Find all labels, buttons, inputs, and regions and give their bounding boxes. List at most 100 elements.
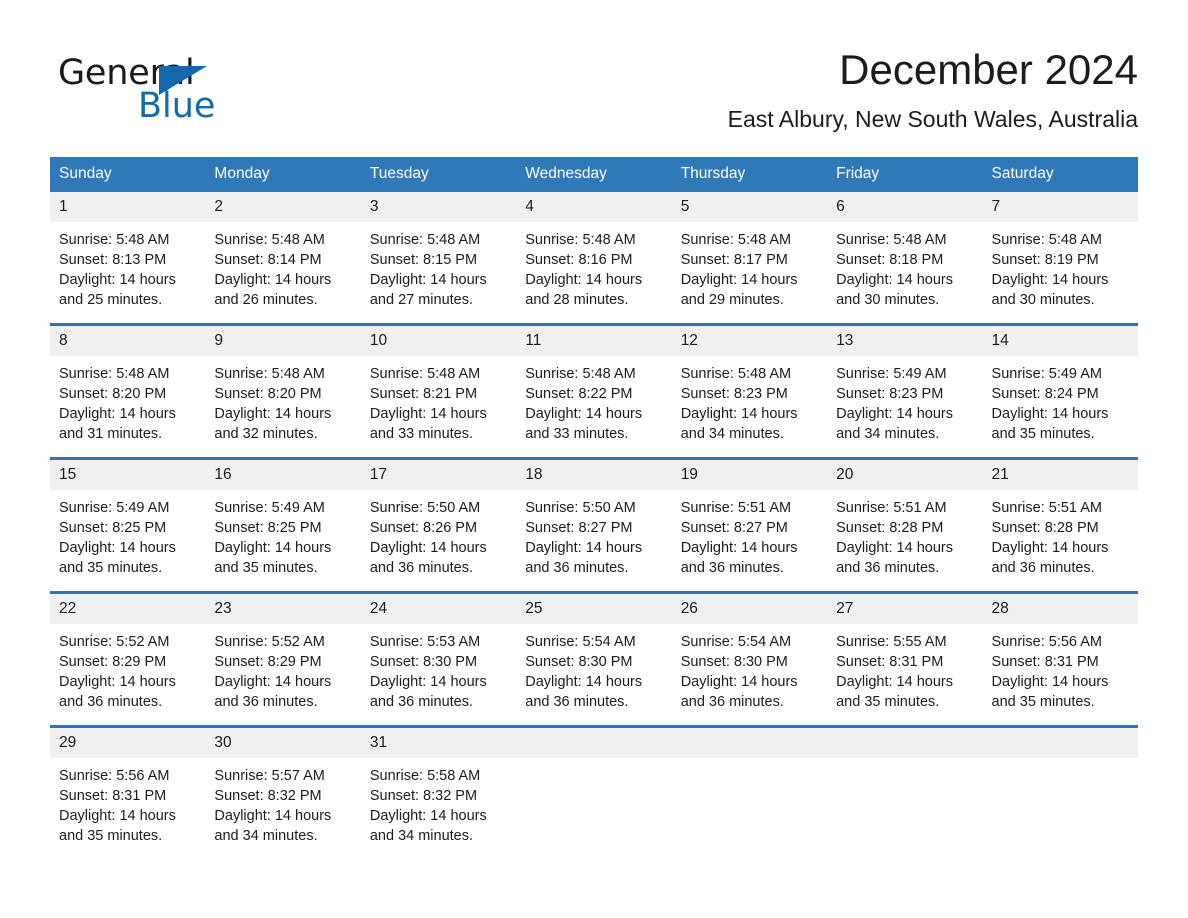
day-details: Sunrise: 5:48 AM Sunset: 8:23 PM Dayligh… [672, 356, 827, 444]
sunset-text: Sunset: 8:23 PM [836, 386, 944, 402]
sunset-text: Sunset: 8:30 PM [525, 654, 633, 670]
daylight-text: Daylight: 14 hours and 34 minutes. [836, 406, 953, 442]
day-cell[interactable]: 20 Sunrise: 5:51 AM Sunset: 8:28 PM Dayl… [827, 457, 983, 593]
daylight-text: Daylight: 14 hours and 36 minutes. [369, 540, 487, 576]
daylight-text: Daylight: 14 hours and 33 minutes. [369, 406, 487, 442]
day-cell[interactable]: 22 Sunrise: 5:52 AM Sunset: 8:29 PM Dayl… [50, 591, 206, 727]
sunrise-text: Sunrise: 5:48 AM [680, 366, 792, 382]
page-title: December 2024 [839, 46, 1138, 93]
day-cell[interactable]: 16 Sunrise: 5:49 AM Sunset: 8:25 PM Dayl… [205, 457, 361, 593]
sunset-text: Sunset: 8:14 PM [214, 252, 322, 268]
daylight-text: Daylight: 14 hours and 35 minutes. [991, 406, 1109, 442]
daylight-text: Daylight: 14 hours and 32 minutes. [214, 406, 332, 442]
daylight-text: Daylight: 14 hours and 28 minutes. [525, 272, 643, 308]
day-cell[interactable]: 6 Sunrise: 5:48 AM Sunset: 8:18 PM Dayli… [827, 192, 983, 325]
day-details: Sunrise: 5:49 AM Sunset: 8:23 PM Dayligh… [827, 356, 982, 444]
day-details: Sunrise: 5:48 AM Sunset: 8:16 PM Dayligh… [516, 222, 671, 310]
weekday-header-monday: Monday [205, 157, 361, 192]
day-cell[interactable]: 18 Sunrise: 5:50 AM Sunset: 8:27 PM Dayl… [516, 457, 672, 593]
sunset-text: Sunset: 8:26 PM [369, 520, 478, 536]
day-details: Sunrise: 5:51 AM Sunset: 8:27 PM Dayligh… [672, 490, 827, 578]
day-cell[interactable]: 25 Sunrise: 5:54 AM Sunset: 8:30 PM Dayl… [516, 591, 672, 727]
sunset-text: Sunset: 8:30 PM [680, 654, 788, 670]
sunrise-text: Sunrise: 5:48 AM [369, 232, 481, 248]
sunrise-sunset-calendar: Sunday Monday Tuesday Wednesday Thursday… [50, 157, 1138, 859]
day-cell[interactable]: 4 Sunrise: 5:48 AM Sunset: 8:16 PM Dayli… [516, 192, 672, 325]
day-cell[interactable]: 5 Sunrise: 5:48 AM Sunset: 8:17 PM Dayli… [671, 192, 828, 325]
sunrise-text: Sunrise: 5:48 AM [59, 366, 170, 382]
daylight-text: Daylight: 14 hours and 36 minutes. [214, 674, 332, 710]
day-cell[interactable]: 31 Sunrise: 5:58 AM Sunset: 8:32 PM Dayl… [360, 725, 517, 859]
sunrise-text: Sunrise: 5:51 AM [680, 500, 792, 516]
day-cell[interactable]: 30 Sunrise: 5:57 AM Sunset: 8:32 PM Dayl… [205, 725, 361, 859]
day-cell[interactable]: 12 Sunrise: 5:48 AM Sunset: 8:23 PM Dayl… [671, 323, 828, 459]
day-cell[interactable]: 2 Sunrise: 5:48 AM Sunset: 8:14 PM Dayli… [205, 192, 361, 325]
day-cell[interactable]: 26 Sunrise: 5:54 AM Sunset: 8:30 PM Dayl… [671, 591, 828, 727]
weekday-header-saturday: Saturday [982, 157, 1138, 192]
day-cell[interactable]: 17 Sunrise: 5:50 AM Sunset: 8:26 PM Dayl… [360, 457, 517, 593]
day-details: Sunrise: 5:54 AM Sunset: 8:30 PM Dayligh… [672, 624, 827, 712]
sunset-text: Sunset: 8:20 PM [59, 386, 167, 402]
day-cell[interactable]: 3 Sunrise: 5:48 AM Sunset: 8:15 PM Dayli… [360, 192, 517, 325]
day-cell[interactable]: 29 Sunrise: 5:56 AM Sunset: 8:31 PM Dayl… [50, 725, 206, 859]
sunrise-text: Sunrise: 5:54 AM [680, 634, 792, 650]
day-details: Sunrise: 5:51 AM Sunset: 8:28 PM Dayligh… [983, 490, 1138, 578]
logo-text-blue: Blue [138, 86, 216, 126]
day-cell[interactable]: 8 Sunrise: 5:48 AM Sunset: 8:20 PM Dayli… [50, 323, 206, 459]
daylight-text: Daylight: 14 hours and 30 minutes. [991, 272, 1109, 308]
day-number: 25 [516, 594, 672, 624]
sunset-text: Sunset: 8:30 PM [369, 654, 478, 670]
daylight-text: Daylight: 14 hours and 36 minutes. [59, 674, 176, 710]
day-cell[interactable]: 14 Sunrise: 5:49 AM Sunset: 8:24 PM Dayl… [982, 323, 1138, 459]
sunrise-text: Sunrise: 5:53 AM [369, 634, 481, 650]
sunrise-text: Sunrise: 5:48 AM [214, 232, 325, 248]
sunset-text: Sunset: 8:31 PM [59, 788, 167, 804]
daylight-text: Daylight: 14 hours and 36 minutes. [369, 674, 487, 710]
sunset-text: Sunset: 8:19 PM [991, 252, 1099, 268]
day-cell[interactable]: 19 Sunrise: 5:51 AM Sunset: 8:27 PM Dayl… [671, 457, 828, 593]
daylight-text: Daylight: 14 hours and 31 minutes. [59, 406, 176, 442]
daylight-text: Daylight: 14 hours and 30 minutes. [836, 272, 953, 308]
day-details: Sunrise: 5:51 AM Sunset: 8:28 PM Dayligh… [827, 490, 982, 578]
day-number: 12 [671, 326, 828, 356]
sunrise-text: Sunrise: 5:49 AM [836, 366, 947, 382]
day-cell[interactable]: 27 Sunrise: 5:55 AM Sunset: 8:31 PM Dayl… [827, 591, 983, 727]
day-cell[interactable]: 28 Sunrise: 5:56 AM Sunset: 8:31 PM Dayl… [982, 591, 1138, 727]
day-details: Sunrise: 5:49 AM Sunset: 8:25 PM Dayligh… [50, 490, 205, 578]
page-header: General Blue December 2024 East Albury, … [50, 44, 1138, 154]
day-cell[interactable]: 9 Sunrise: 5:48 AM Sunset: 8:20 PM Dayli… [205, 323, 361, 459]
sunrise-text: Sunrise: 5:48 AM [680, 232, 792, 248]
daylight-text: Daylight: 14 hours and 25 minutes. [59, 272, 176, 308]
day-cell[interactable]: 21 Sunrise: 5:51 AM Sunset: 8:28 PM Dayl… [982, 457, 1138, 593]
day-cell[interactable]: 24 Sunrise: 5:53 AM Sunset: 8:30 PM Dayl… [360, 591, 517, 727]
day-details: Sunrise: 5:52 AM Sunset: 8:29 PM Dayligh… [205, 624, 360, 712]
sunrise-text: Sunrise: 5:48 AM [836, 232, 947, 248]
day-cell[interactable]: 10 Sunrise: 5:48 AM Sunset: 8:21 PM Dayl… [360, 323, 517, 459]
daylight-text: Daylight: 14 hours and 36 minutes. [525, 674, 643, 710]
day-cell[interactable]: 15 Sunrise: 5:49 AM Sunset: 8:25 PM Dayl… [50, 457, 206, 593]
day-number: 8 [50, 326, 206, 356]
day-details: Sunrise: 5:48 AM Sunset: 8:22 PM Dayligh… [516, 356, 671, 444]
day-details: Sunrise: 5:54 AM Sunset: 8:30 PM Dayligh… [516, 624, 671, 712]
day-number: 1 [50, 192, 206, 222]
sunrise-text: Sunrise: 5:51 AM [836, 500, 947, 516]
general-blue-logo[interactable]: General Blue [58, 52, 298, 130]
sunset-text: Sunset: 8:18 PM [836, 252, 944, 268]
day-cell[interactable]: 7 Sunrise: 5:48 AM Sunset: 8:19 PM Dayli… [982, 192, 1138, 325]
day-cell[interactable]: 13 Sunrise: 5:49 AM Sunset: 8:23 PM Dayl… [827, 323, 983, 459]
day-details: Sunrise: 5:56 AM Sunset: 8:31 PM Dayligh… [983, 624, 1138, 712]
sunset-text: Sunset: 8:28 PM [991, 520, 1099, 536]
day-cell-empty [982, 725, 1138, 859]
day-details: Sunrise: 5:55 AM Sunset: 8:31 PM Dayligh… [827, 624, 982, 712]
sunset-text: Sunset: 8:25 PM [59, 520, 167, 536]
day-cell[interactable]: 11 Sunrise: 5:48 AM Sunset: 8:22 PM Dayl… [516, 323, 672, 459]
calendar-week-row: 8 Sunrise: 5:48 AM Sunset: 8:20 PM Dayli… [50, 323, 1138, 459]
daylight-text: Daylight: 14 hours and 35 minutes. [836, 674, 953, 710]
calendar-body: 1 Sunrise: 5:48 AM Sunset: 8:13 PM Dayli… [50, 192, 1138, 859]
sunset-text: Sunset: 8:27 PM [525, 520, 633, 536]
day-number: 28 [982, 594, 1138, 624]
day-number: 17 [360, 460, 517, 490]
day-cell[interactable]: 23 Sunrise: 5:52 AM Sunset: 8:29 PM Dayl… [205, 591, 361, 727]
day-cell[interactable]: 1 Sunrise: 5:48 AM Sunset: 8:13 PM Dayli… [50, 192, 206, 325]
calendar-header-row: Sunday Monday Tuesday Wednesday Thursday… [50, 157, 1138, 192]
